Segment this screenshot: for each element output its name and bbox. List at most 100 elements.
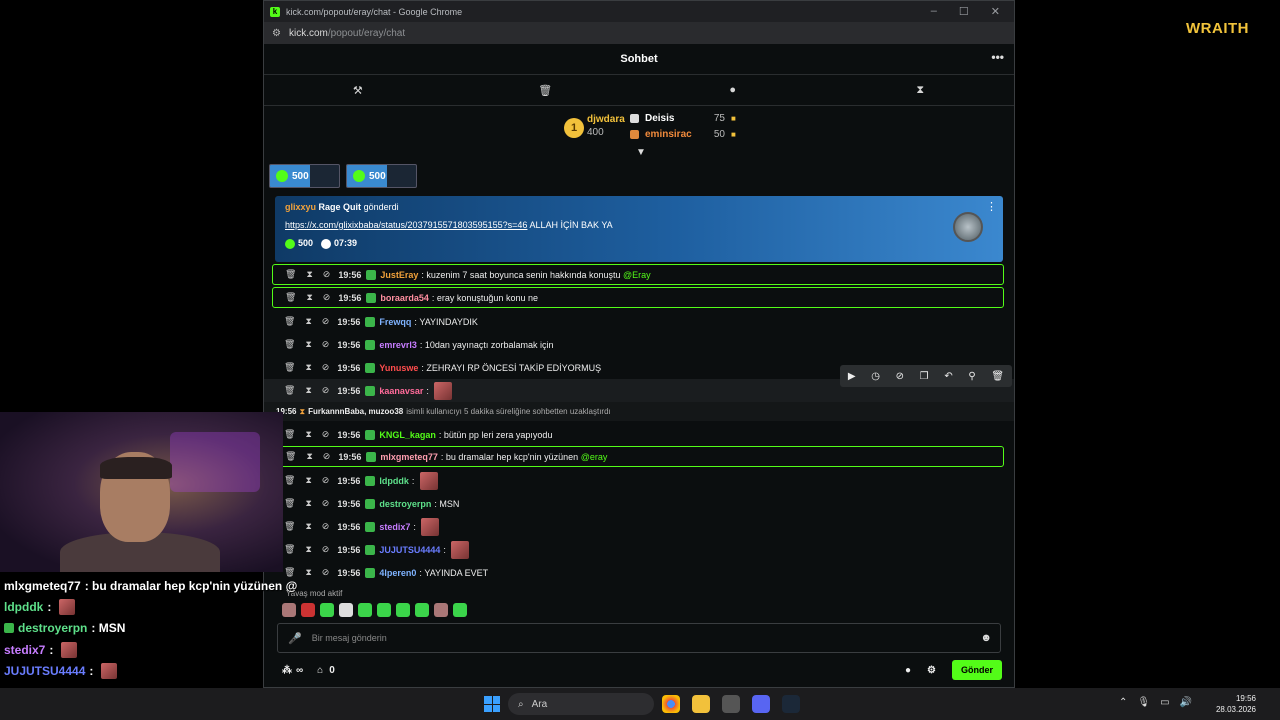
emote[interactable] <box>415 603 429 617</box>
chat-message[interactable]: 🗑 ⧗ ⊘ 19:56 stedix7: <box>264 515 1014 538</box>
taskbar-search[interactable]: ⌕ Ara <box>508 693 654 715</box>
chat-message[interactable]: 🗑 ⧗ ⊘ 19:56 ldpddk: <box>264 469 1014 492</box>
ban-icon[interactable]: ⊘ <box>322 498 330 509</box>
delete-message-icon[interactable]: 🗑 <box>284 521 295 532</box>
delete-icon[interactable]: 🗑 <box>991 371 1004 382</box>
message-username[interactable]: JustEray <box>380 270 418 280</box>
site-settings-icon[interactable]: ⚙ <box>272 28 281 39</box>
ban-icon[interactable]: ⊘ <box>322 385 330 396</box>
chat-message[interactable]: 🗑 ⧗ ⊘ 19:56 KNGL_kagan: bütün pp leri zera y… <box>264 423 1014 446</box>
chat-bubble-icon[interactable]: ● <box>723 84 743 96</box>
ban-icon[interactable]: ⊘ <box>322 339 330 350</box>
ban-icon[interactable]: ⊘ <box>323 269 331 280</box>
copy-icon[interactable]: ❐ <box>920 371 929 382</box>
emote[interactable] <box>453 603 467 617</box>
steam-icon[interactable] <box>782 695 800 713</box>
gift-sender[interactable]: glixxyu <box>285 202 316 212</box>
address-bar[interactable]: ⚙ kick.com/popout/eray/chat <box>264 22 1014 44</box>
emoji-icon[interactable]: ☻ <box>980 632 992 644</box>
message-username[interactable]: mlxgmeteq77 <box>380 452 438 462</box>
ban-icon[interactable]: ⊘ <box>322 429 330 440</box>
display-icon[interactable]: ▭ <box>1160 697 1169 708</box>
message-username[interactable]: destroyerpn <box>379 499 431 509</box>
message-input[interactable]: 🎤 Bir mesaj gönderin ☻ <box>277 623 1001 653</box>
chat-message[interactable]: 🗑 ⧗ ⊘ 19:56 mlxgmeteq77: bu dramalar hep kcp… <box>272 446 1004 467</box>
play-icon[interactable]: ▶ <box>848 371 856 382</box>
maximize-icon[interactable]: ☐ <box>959 5 969 18</box>
delete-message-icon[interactable]: 🗑 <box>284 429 295 440</box>
message-username[interactable]: 4lperen0 <box>379 568 416 578</box>
emote[interactable] <box>377 603 391 617</box>
message-username[interactable]: Frewqq <box>379 317 411 327</box>
ban-icon[interactable]: ⊘ <box>323 451 331 462</box>
timeout-icon[interactable]: ⧗ <box>305 385 311 396</box>
hourglass-icon[interactable]: ⧗ <box>910 84 930 97</box>
delete-message-icon[interactable]: 🗑 <box>284 385 295 396</box>
hammer-icon[interactable]: ⚒ <box>348 84 368 97</box>
message-username[interactable]: Yunuswe <box>379 363 418 373</box>
delete-message-icon[interactable]: 🗑 <box>284 498 295 509</box>
app-icon[interactable] <box>722 695 740 713</box>
hide-icon[interactable]: ⊘ <box>896 371 904 382</box>
clock[interactable]: 19:56 28.03.2026 <box>1216 693 1256 715</box>
timeout-icon[interactable]: ⧗ <box>306 269 312 280</box>
emote[interactable] <box>301 603 315 617</box>
timeout-icon[interactable]: ⧗ <box>305 567 311 578</box>
emote[interactable] <box>320 603 334 617</box>
message-mention[interactable]: @eray <box>581 452 608 462</box>
timeout-icon[interactable]: ⧗ <box>305 498 311 509</box>
timeout-icon[interactable]: ⧗ <box>306 292 312 303</box>
message-mention[interactable]: @Eray <box>623 270 651 280</box>
minimize-icon[interactable]: – <box>931 5 937 18</box>
emote[interactable] <box>339 603 353 617</box>
timeout-icon[interactable]: ⧗ <box>305 475 311 486</box>
leaderboard-row[interactable]: eminsirac 50 ■ <box>630 129 736 140</box>
ban-icon[interactable]: ⊘ <box>323 292 331 303</box>
message-username[interactable]: kaanavsar <box>379 386 423 396</box>
chat-message[interactable]: 🗑 ⧗ ⊘ 19:56 JUJUTSU4444: <box>264 538 1014 561</box>
send-button[interactable]: Gönder <box>951 660 1002 680</box>
collapse-leaderboard-icon[interactable]: ▼ <box>636 147 646 158</box>
chat-message[interactable]: 🗑 ⧗ ⊘ 19:56 destroyerpn: MSN <box>264 492 1014 515</box>
chrome-icon[interactable] <box>662 695 680 713</box>
timeout-icon[interactable]: ⧗ <box>305 521 311 532</box>
emote[interactable] <box>396 603 410 617</box>
timeout-clock-icon[interactable]: ◷ <box>871 371 880 382</box>
chat-message[interactable]: 🗑 ⧗ ⊘ 19:56 JustEray: kuzenim 7 saat boyunca… <box>272 264 1004 285</box>
gift-menu-icon[interactable]: ⋮ <box>986 200 997 213</box>
volume-icon[interactable]: 🔊 <box>1180 697 1192 708</box>
mic-tray-icon[interactable]: 🎙 <box>1137 697 1150 708</box>
chat-message[interactable]: 🗑 ⧗ ⊘ 19:56 4lperen0: YAYINDA EVET <box>264 561 1014 584</box>
ban-icon[interactable]: ⊘ <box>322 316 330 327</box>
gift-box-icon[interactable]: ⌂ <box>317 665 323 676</box>
chat-message[interactable]: 🗑 ⧗ ⊘ 19:56 emrevrl3: 10dan yayınaçtı zorbal… <box>264 333 1014 356</box>
timeout-icon[interactable]: ⧗ <box>305 544 311 555</box>
message-username[interactable]: ldpddk <box>379 476 409 486</box>
delete-message-icon[interactable]: 🗑 <box>284 544 295 555</box>
discord-icon[interactable] <box>752 695 770 713</box>
pin-icon[interactable]: ⚲ <box>968 371 975 382</box>
pinned-tip[interactable]: 500 <box>269 164 340 188</box>
delete-message-icon[interactable]: 🗑 <box>284 475 295 486</box>
delete-message-icon[interactable]: 🗑 <box>284 339 295 350</box>
more-options-icon[interactable]: ••• <box>991 50 1004 64</box>
ban-icon[interactable]: ⊘ <box>322 362 330 373</box>
ban-icon[interactable]: ⊘ <box>322 544 330 555</box>
chat-message[interactable]: 🗑 ⧗ ⊘ 19:56 boraarda54: eray konuştuğun konu… <box>272 287 1004 308</box>
leaderboard-row[interactable]: Deisis 75 ■ <box>630 113 736 124</box>
reply-icon[interactable]: ↶ <box>944 371 952 382</box>
delete-message-icon[interactable]: 🗑 <box>285 269 296 280</box>
file-explorer-icon[interactable] <box>692 695 710 713</box>
message-username[interactable]: JUJUTSU4444 <box>379 545 440 555</box>
ban-icon[interactable]: ⊘ <box>322 567 330 578</box>
message-username[interactable]: stedix7 <box>379 522 410 532</box>
message-username[interactable]: emrevrl3 <box>379 340 417 350</box>
emote[interactable] <box>358 603 372 617</box>
ban-icon[interactable]: ⊘ <box>322 475 330 486</box>
delete-message-icon[interactable]: 🗑 <box>285 292 296 303</box>
message-username[interactable]: boraarda54 <box>380 293 429 303</box>
settings-icon[interactable]: ⚙ <box>927 665 936 676</box>
timeout-icon[interactable]: ⧗ <box>305 429 311 440</box>
chat-options-icon[interactable]: ● <box>905 665 911 676</box>
timeout-icon[interactable]: ⧗ <box>305 316 311 327</box>
